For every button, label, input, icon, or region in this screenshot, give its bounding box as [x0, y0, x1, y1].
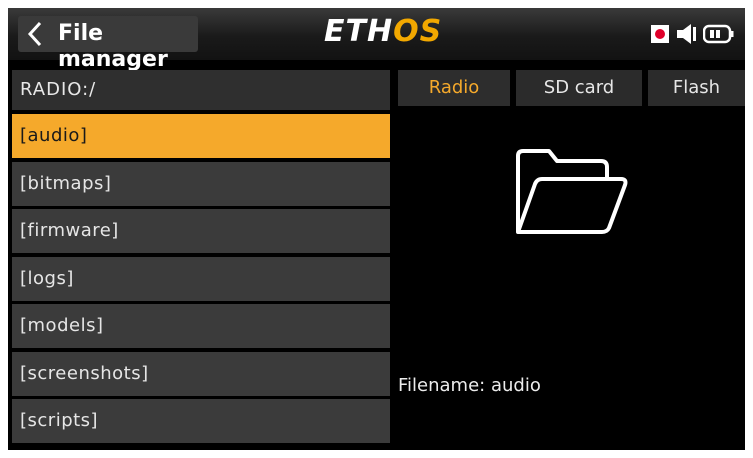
status-bar — [651, 22, 735, 46]
tab-radio[interactable]: Radio — [398, 70, 510, 106]
chevron-left-icon — [27, 21, 42, 47]
tab-sd-card[interactable]: SD card — [516, 70, 642, 106]
header: File manager ETHOS — [8, 8, 745, 72]
list-item[interactable]: [firmware] — [12, 209, 390, 253]
page-title: File manager — [58, 21, 168, 72]
file-list: [audio] [bitmaps] [firmware] [logs] [models]… — [12, 114, 390, 447]
folder-icon — [516, 149, 628, 234]
screen: File manager ETHOS RADIO:/ [audio] [bitma… — [8, 8, 745, 450]
record-icon — [651, 25, 669, 43]
list-item[interactable]: [scripts] — [12, 399, 390, 443]
battery-icon — [703, 24, 734, 44]
list-item[interactable]: [screenshots] — [12, 351, 390, 396]
tab-flash[interactable]: Flash — [648, 70, 745, 106]
list-item[interactable]: [bitmaps] — [12, 161, 390, 206]
filename-label: Filename: audio — [398, 375, 541, 396]
speaker-icon — [677, 24, 696, 44]
list-item[interactable]: [logs] — [12, 256, 390, 301]
back-button[interactable]: File manager — [18, 16, 198, 72]
ethos-logo: ETHOS — [324, 14, 443, 49]
list-item[interactable]: [models] — [12, 304, 390, 348]
current-path: RADIO:/ — [12, 70, 390, 110]
list-item[interactable]: [audio] — [12, 114, 390, 158]
